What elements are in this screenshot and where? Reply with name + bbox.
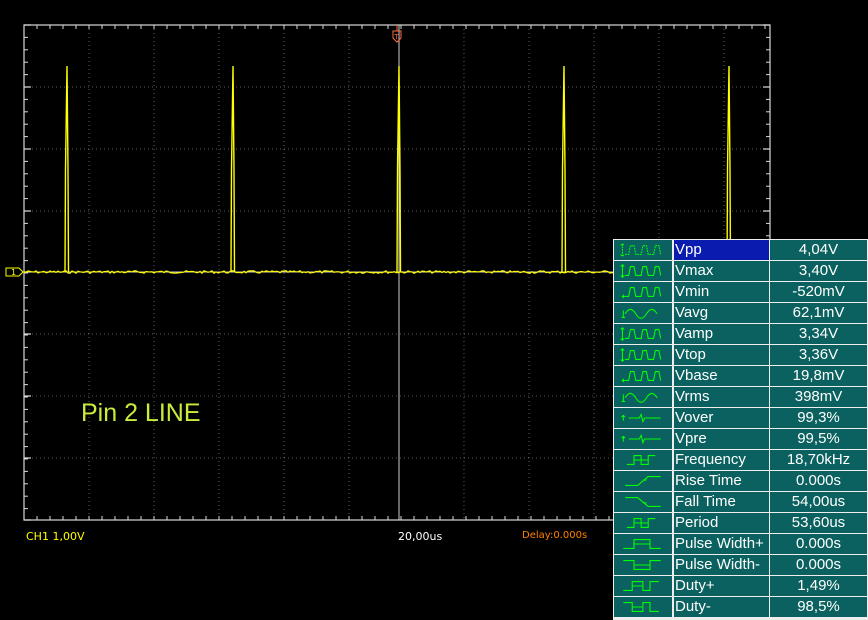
measurement-name: Duty- (674, 597, 769, 617)
timebase-readout: 20,00us (398, 530, 443, 543)
measurement-value: 54,00us (770, 492, 867, 512)
measurement-name: Vmin (674, 282, 769, 302)
measurement-row-vpp[interactable]: Vpp 4,04V (614, 240, 867, 260)
pulse-spike (64, 65, 70, 273)
measurement-name: Frequency (674, 450, 769, 470)
measurement-row-pulse-width[interactable]: Pulse Width+ 0.000s (614, 534, 867, 554)
measurement-row-frequency[interactable]: Frequency 18,70kHz (614, 450, 867, 470)
fall-time-icon (614, 492, 672, 512)
measurement-row-rise-time[interactable]: Rise Time 0.000s (614, 471, 867, 491)
trigger-position-marker[interactable]: T (392, 25, 402, 43)
trigger-marker-label: T (394, 33, 400, 41)
measurement-value: 18,70kHz (770, 450, 867, 470)
delay-readout: Delay:0.000s (522, 530, 588, 541)
channel-1-marker[interactable]: 1 (5, 267, 24, 277)
measurement-row-vbase[interactable]: Vbase 19,8mV (614, 366, 867, 386)
oscilloscope-screen: 1 T Pin 2 LINE CH1 1,00V 20,00us Delay:0… (0, 0, 868, 620)
measurement-name: Vover (674, 408, 769, 428)
measurement-name: Vpp (674, 240, 769, 260)
measurement-value: 4,04V (770, 240, 867, 260)
measurement-value: 3,40V (770, 261, 867, 281)
vtop-icon (614, 345, 672, 365)
duty-minus-icon (614, 597, 672, 617)
measurement-row-period[interactable]: Period 53,60us (614, 513, 867, 533)
measurement-table: Vpp 4,04V Vmax 3,40V Vmin -520mV Vavg 62,1mV Vam… (613, 239, 868, 620)
measurement-row-vmin[interactable]: Vmin -520mV (614, 282, 867, 302)
measurement-name: Rise Time (674, 471, 769, 491)
pulse-width-plus-icon (614, 534, 672, 554)
measurement-name: Pulse Width+ (674, 534, 769, 554)
measurement-row-vmax[interactable]: Vmax 3,40V (614, 261, 867, 281)
measurement-value: 98,5% (770, 597, 867, 617)
measurement-row-fall-time[interactable]: Fall Time 54,00us (614, 492, 867, 512)
measurement-name: Vrms (674, 387, 769, 407)
rise-time-icon (614, 471, 672, 491)
pulse-width-minus-icon (614, 555, 672, 575)
measurement-row-vtop[interactable]: Vtop 3,36V (614, 345, 867, 365)
frequency-icon (614, 450, 672, 470)
measurement-name: Period (674, 513, 769, 533)
measurement-name: Vamp (674, 324, 769, 344)
channel-1-marker-label: 1 (11, 268, 16, 277)
measurement-name: Vbase (674, 366, 769, 386)
measurement-value: 99,3% (770, 408, 867, 428)
channel-scale-readout: CH1 1,00V (26, 530, 85, 543)
vamp-icon (614, 324, 672, 344)
measurement-name: Vpre (674, 429, 769, 449)
measurement-row-pulse-width[interactable]: Pulse Width- 0.000s (614, 555, 867, 575)
vrms-icon (614, 387, 672, 407)
measurement-name: Duty+ (674, 576, 769, 596)
measurement-name: Vavg (674, 303, 769, 323)
measurement-value: 3,34V (770, 324, 867, 344)
measurement-value: 53,60us (770, 513, 867, 533)
measurement-value: -520mV (770, 282, 867, 302)
measurement-row-duty[interactable]: Duty+ 1,49% (614, 576, 867, 596)
pulse-spike (230, 65, 236, 273)
period-icon (614, 513, 672, 533)
measurement-row-vavg[interactable]: Vavg 62,1mV (614, 303, 867, 323)
duty-plus-icon (614, 576, 672, 596)
vbase-icon (614, 366, 672, 386)
measurement-value: 0.000s (770, 471, 867, 491)
measurement-row-vamp[interactable]: Vamp 3,34V (614, 324, 867, 344)
measurement-row-duty[interactable]: Duty- 98,5% (614, 597, 867, 617)
vmax-icon (614, 261, 672, 281)
measurement-value: 3,36V (770, 345, 867, 365)
measurement-value: 99,5% (770, 429, 867, 449)
vmin-icon (614, 282, 672, 302)
measurement-value: 0.000s (770, 555, 867, 575)
measurement-row-vpre[interactable]: Vpre 99,5% (614, 429, 867, 449)
vpp-icon (614, 240, 672, 260)
measurement-value: 1,49% (770, 576, 867, 596)
measurement-row-vrms[interactable]: Vrms 398mV (614, 387, 867, 407)
measurement-value: 62,1mV (770, 303, 867, 323)
measurement-name: Vmax (674, 261, 769, 281)
measurement-value: 398mV (770, 387, 867, 407)
measurement-name: Pulse Width- (674, 555, 769, 575)
pulse-spike (561, 65, 567, 273)
measurement-value: 19,8mV (770, 366, 867, 386)
measurement-name: Vtop (674, 345, 769, 365)
vover-icon (614, 408, 672, 428)
measurement-value: 0.000s (770, 534, 867, 554)
annotation-label: Pin 2 LINE (81, 399, 201, 427)
vavg-icon (614, 303, 672, 323)
vpre-icon (614, 429, 672, 449)
measurement-row-vover[interactable]: Vover 99,3% (614, 408, 867, 428)
measurement-name: Fall Time (674, 492, 769, 512)
